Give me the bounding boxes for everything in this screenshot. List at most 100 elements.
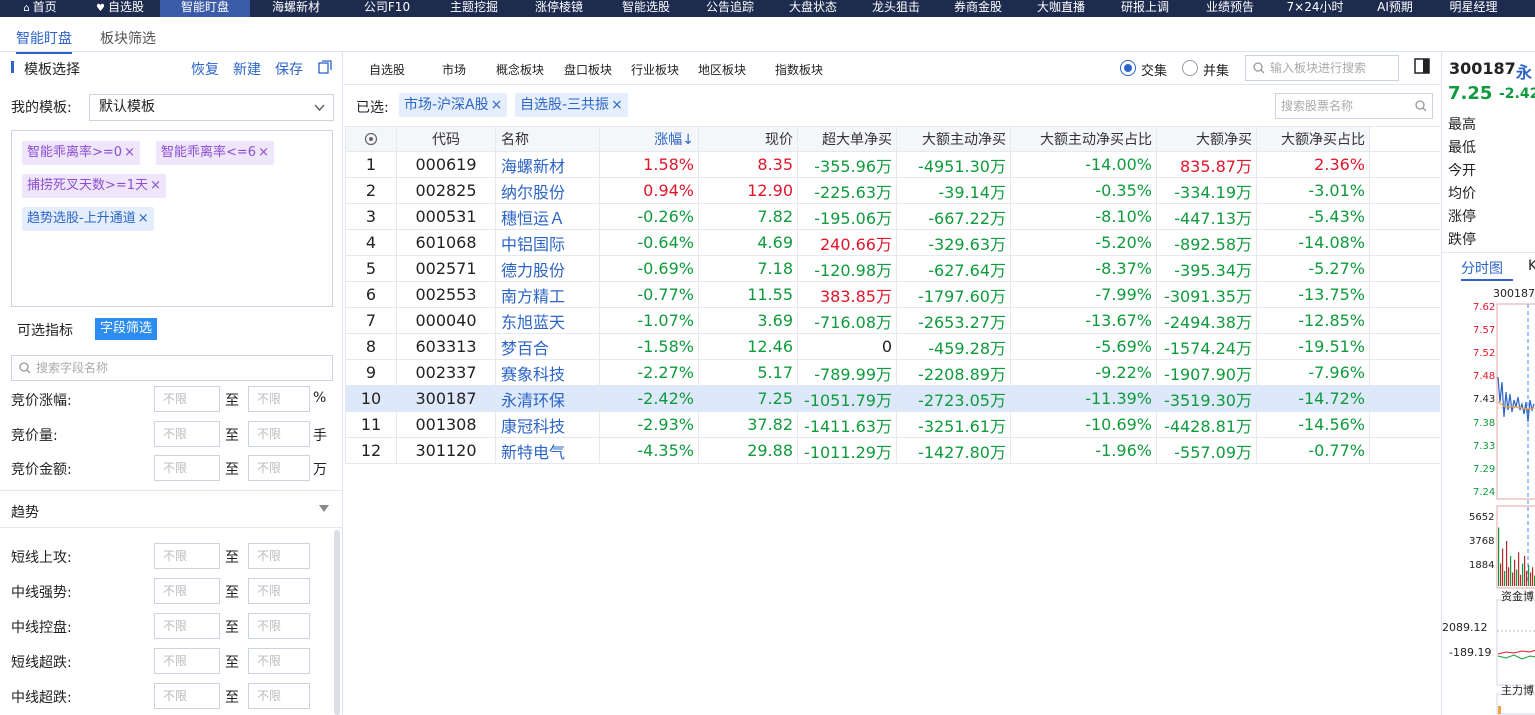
radio-intersection[interactable] <box>1120 60 1136 76</box>
range-max-input[interactable]: 不限 <box>248 648 310 674</box>
field-search-input[interactable]: 搜索字段名称 <box>11 355 333 381</box>
table-row[interactable]: 4 601068 中铝国际 -0.64% 4.69 240.66万 -329.63万 -5.2… <box>345 229 1440 256</box>
stock-name[interactable]: 南方精工 <box>495 281 600 308</box>
settings-icon[interactable] <box>364 132 378 146</box>
nav-item[interactable]: ⌂ 首页 <box>0 0 80 17</box>
range-min-input[interactable]: 不限 <box>154 683 220 709</box>
nav-item[interactable]: 券商金股 <box>936 0 1020 17</box>
range-min-input[interactable]: 不限 <box>154 543 220 569</box>
table-row[interactable]: 10 300187 永清环保 -2.42% 7.25 -1051.79万 -2723.05万… <box>345 385 1440 412</box>
table-row[interactable]: 5 002571 德力股份 -0.69% 7.18 -120.98万 -627.64万 -8.… <box>345 255 1440 282</box>
scrollbar[interactable] <box>334 530 340 715</box>
nav-item[interactable]: ♥ 自选股 <box>80 0 160 17</box>
col-name[interactable]: 名称 <box>495 126 600 152</box>
condition-tag[interactable]: 捕捞死叉天数>=1天 × <box>22 174 166 198</box>
condition-tag[interactable]: 智能乖离率<=6 × <box>156 141 274 165</box>
stock-name[interactable]: 纳尔股份 <box>495 177 600 204</box>
range-max-input[interactable]: 不限 <box>248 455 310 481</box>
range-max-input[interactable]: 不限 <box>248 543 310 569</box>
table-row[interactable]: 2 002825 纳尔股份 0.94% 12.90 -225.63万 -39.14万 -0.3… <box>345 177 1440 204</box>
nav-item[interactable]: 7×24小时 <box>1272 0 1358 17</box>
col-large-active-ratio[interactable]: 大额主动净买占比 <box>1010 126 1157 152</box>
close-icon[interactable]: × <box>124 145 135 160</box>
nav-item[interactable]: 研报上调 <box>1102 0 1188 17</box>
save-button[interactable]: 保存 <box>275 59 303 79</box>
table-row[interactable]: 12 301120 新特电气 -4.35% 29.88 -1011.29万 -1427.80… <box>345 437 1440 464</box>
col-super-large[interactable]: 超大单净买 <box>797 126 897 152</box>
range-min-input[interactable]: 不限 <box>154 648 220 674</box>
nav-item[interactable]: 涨停棱镜 <box>516 0 602 17</box>
table-row[interactable]: 8 603313 梦百合 -1.58% 12.46 0 -459.28万 -5.69% -157… <box>345 333 1440 360</box>
nav-item[interactable]: 业绩预告 <box>1188 0 1272 17</box>
col-large-active[interactable]: 大额主动净买 <box>896 126 1011 152</box>
range-max-input[interactable]: 不限 <box>248 578 310 604</box>
filter-tab[interactable]: 行业板块 <box>631 61 679 78</box>
tab-kline[interactable]: K <box>1528 258 1535 274</box>
nav-item[interactable]: 大咖直播 <box>1020 0 1102 17</box>
nav-item[interactable]: AI预期 <box>1358 0 1432 17</box>
table-row[interactable]: 9 002337 赛象科技 -2.27% 5.17 -789.99万 -2208.89万 -9… <box>345 359 1440 386</box>
range-min-input[interactable]: 不限 <box>154 421 220 447</box>
stock-name[interactable]: 永清环保 <box>495 385 600 412</box>
panel-toggle-icon[interactable] <box>1414 58 1430 74</box>
table-row[interactable]: 11 001308 康冠科技 -2.93% 37.82 -1411.63万 -3251.61… <box>345 411 1440 438</box>
export-icon[interactable] <box>318 60 332 74</box>
sector-search-input[interactable]: 输入板块进行搜索 <box>1245 55 1399 81</box>
stock-name[interactable]: 康冠科技 <box>495 411 600 438</box>
close-icon[interactable]: × <box>611 97 623 113</box>
col-code[interactable]: 代码 <box>396 126 496 152</box>
nav-item[interactable]: 龙头狙击 <box>856 0 936 17</box>
range-max-input[interactable]: 不限 <box>248 613 310 639</box>
stock-name[interactable]: 德力股份 <box>495 255 600 282</box>
filter-tab[interactable]: 指数板块 <box>775 61 823 78</box>
nav-item[interactable]: 公司F10 <box>342 0 432 17</box>
condition-tag[interactable]: 趋势选股-上升通道 × <box>22 207 154 231</box>
range-max-input[interactable]: 不限 <box>248 683 310 709</box>
stock-name[interactable]: 穗恒运Ａ <box>495 203 600 230</box>
restore-button[interactable]: 恢复 <box>191 59 219 79</box>
selected-tag[interactable]: 市场-沪深A股 × <box>399 93 508 117</box>
close-icon[interactable]: × <box>150 178 161 193</box>
range-max-input[interactable]: 不限 <box>248 386 310 412</box>
template-select[interactable]: 默认模板 <box>89 94 334 121</box>
range-min-input[interactable]: 不限 <box>154 455 220 481</box>
tab-smart-watch[interactable]: 智能盯盘 <box>16 28 72 54</box>
nav-item[interactable]: 主题挖掘 <box>432 0 516 17</box>
stock-name[interactable]: 中铝国际 <box>495 229 600 256</box>
nav-item[interactable]: 海螺新材 <box>250 0 342 17</box>
selected-tag[interactable]: 自选股-三共振 × <box>515 93 628 117</box>
stock-search-input[interactable]: 搜索股票名称 <box>1275 93 1433 119</box>
range-min-input[interactable]: 不限 <box>154 613 220 639</box>
tab-sector-filter[interactable]: 板块筛选 <box>100 28 156 52</box>
filter-tab[interactable]: 地区板块 <box>698 61 746 78</box>
radio-union[interactable] <box>1182 60 1198 76</box>
col-price[interactable]: 现价 <box>698 126 798 152</box>
stock-name[interactable]: 东旭蓝天 <box>495 307 600 334</box>
nav-item[interactable]: 公告追踪 <box>690 0 770 17</box>
close-icon[interactable]: × <box>138 211 149 226</box>
nav-item[interactable]: 大盘状态 <box>770 0 856 17</box>
filter-tab[interactable]: 盘口板块 <box>564 61 612 78</box>
tab-fields[interactable]: 字段筛选 <box>95 318 158 340</box>
close-icon[interactable]: × <box>258 145 269 160</box>
settings-column[interactable] <box>345 126 397 152</box>
col-large-net-ratio[interactable]: 大额净买占比 <box>1256 126 1370 152</box>
range-min-input[interactable]: 不限 <box>154 578 220 604</box>
nav-item[interactable]: 智能盯盘 <box>160 0 250 17</box>
close-icon[interactable]: × <box>491 97 503 113</box>
new-button[interactable]: 新建 <box>233 59 261 79</box>
tab-indicators[interactable]: 可选指标 <box>17 320 73 340</box>
range-min-input[interactable]: 不限 <box>154 386 220 412</box>
filter-tab[interactable]: 市场 <box>442 61 466 78</box>
section-trend[interactable]: 趋势 <box>0 490 343 528</box>
nav-item[interactable]: 智能选股 <box>602 0 690 17</box>
filter-tab[interactable]: 自选股 <box>369 61 405 78</box>
stock-name[interactable]: 梦百合 <box>495 333 600 360</box>
table-row[interactable]: 1 000619 海螺新材 1.58% 8.35 -355.96万 -4951.30万 -14… <box>345 151 1440 178</box>
filter-tab[interactable]: 概念板块 <box>496 61 544 78</box>
range-max-input[interactable]: 不限 <box>248 421 310 447</box>
table-row[interactable]: 6 002553 南方精工 -0.77% 11.55 383.85万 -1797.60万 -7… <box>345 281 1440 308</box>
condition-tag[interactable]: 智能乖离率>=0 × <box>22 141 140 165</box>
col-change[interactable]: 涨幅↓ <box>599 126 699 152</box>
stock-name[interactable]: 赛象科技 <box>495 359 600 386</box>
